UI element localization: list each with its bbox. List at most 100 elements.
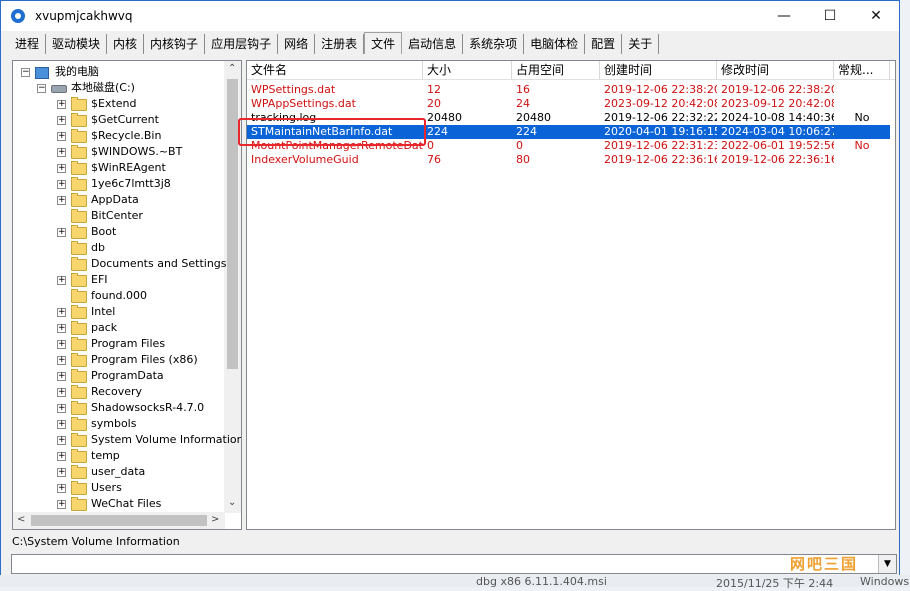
cell-normal [834, 97, 890, 111]
dropdown-arrow-icon[interactable]: ▼ [878, 555, 896, 573]
tab-6[interactable]: 注册表 [315, 34, 365, 54]
tab-1[interactable]: 驱动模块 [46, 34, 108, 54]
tab-0[interactable]: 进程 [9, 34, 47, 54]
tree-item-folder[interactable]: + user_data [13, 464, 225, 480]
expand-icon[interactable]: + [57, 148, 66, 157]
expand-icon[interactable]: + [57, 164, 66, 173]
tree-item-folder[interactable]: Documents and Settings [13, 256, 227, 272]
close-button[interactable]: ✕ [853, 1, 899, 31]
cell-size: 20480 [427, 111, 462, 124]
tree-item-folder[interactable]: + $Extend [13, 96, 225, 112]
cell-created: 2019-12-06 22:36:16 [604, 153, 717, 166]
expand-icon[interactable]: + [57, 100, 66, 109]
tree-item-folder[interactable]: + WeChat Files [13, 496, 225, 512]
expand-icon[interactable]: + [57, 468, 66, 477]
tree-item-folder[interactable]: + Program Files [13, 336, 225, 352]
tree-item-folder[interactable]: + $Recycle.Bin [13, 128, 225, 144]
tab-7[interactable]: 文件 [364, 32, 403, 54]
table-row[interactable]: WPSettings.dat 12 16 2019-12-06 22:38:20 201… [247, 83, 890, 97]
tree-item-folder[interactable]: + AppData [13, 192, 225, 208]
tree-item-folder[interactable]: + pack [13, 320, 225, 336]
expand-icon[interactable]: + [57, 180, 66, 189]
tab-3[interactable]: 内核钩子 [144, 34, 206, 54]
tab-10[interactable]: 电脑体检 [524, 34, 586, 54]
tab-2[interactable]: 内核 [107, 34, 145, 54]
tab-4[interactable]: 应用层钩子 [205, 34, 279, 54]
tree-horizontal-scrollbar[interactable]: < > [13, 512, 225, 529]
window-title: xvupmjcakhwvq [35, 9, 133, 23]
tree-item-label: symbols [91, 417, 137, 430]
expand-icon[interactable]: + [57, 436, 66, 445]
tab-11[interactable]: 配置 [585, 34, 623, 54]
folder-icon [71, 385, 87, 399]
column-header-modified[interactable]: 修改时间 [717, 61, 834, 79]
tab-5[interactable]: 网络 [278, 34, 316, 54]
scroll-down-icon[interactable]: ⌄ [228, 497, 236, 508]
tree-item-folder[interactable]: + Program Files (x86) [13, 352, 225, 368]
expand-icon[interactable]: + [57, 132, 66, 141]
tree-item-label: BitCenter [91, 209, 143, 222]
tree-horizontal-thumb[interactable] [31, 515, 207, 526]
expand-icon[interactable]: + [57, 404, 66, 413]
tree-vertical-thumb[interactable] [227, 79, 238, 369]
expand-icon[interactable]: + [57, 500, 66, 509]
tree-item-folder[interactable]: + Boot [13, 224, 225, 240]
maximize-button[interactable]: ☐ [807, 1, 853, 31]
tree-item-folder[interactable]: + Recovery [13, 384, 225, 400]
cell-created: 2019-12-06 22:38:20 [604, 83, 717, 96]
column-header-normal[interactable]: 常规... [834, 61, 890, 79]
table-row[interactable]: WPAppSettings.dat 20 24 2023-09-12 20:42:08… [247, 97, 890, 111]
tree-item-folder[interactable]: + symbols [13, 416, 225, 432]
tree-item-folder[interactable]: + ProgramData [13, 368, 225, 384]
tree-item-folder[interactable]: + temp [13, 448, 225, 464]
tree-item-folder[interactable]: db [13, 240, 225, 256]
tree-item-folder[interactable]: + System Volume Information [13, 432, 241, 448]
tree-item-folder[interactable]: + $WINDOWS.~BT [13, 144, 225, 160]
tree-item-folder[interactable]: + $WinREAgent [13, 160, 225, 176]
scroll-up-icon[interactable]: ⌃ [228, 63, 236, 74]
minimize-button[interactable]: — [761, 1, 807, 31]
path-combobox[interactable]: ▼ [11, 554, 897, 574]
tree-item-drive-c[interactable]: − 本地磁盘(C:) [13, 80, 225, 96]
scroll-right-icon[interactable]: > [211, 514, 219, 525]
column-header-created[interactable]: 创建时间 [600, 61, 717, 79]
tab-9[interactable]: 系统杂项 [463, 34, 525, 54]
tree-item-folder[interactable]: + $GetCurrent [13, 112, 225, 128]
tree-item-folder[interactable]: + Intel [13, 304, 225, 320]
column-header-name[interactable]: 文件名 [247, 61, 423, 79]
main-window: xvupmjcakhwvq — ☐ ✕ 进程 驱动模块 内核 内核钩子 应用层钩子 网络注… [0, 0, 900, 580]
title-bar[interactable]: xvupmjcakhwvq — ☐ ✕ [1, 1, 899, 31]
tree-item-my-computer[interactable]: − 我的电脑 [13, 64, 225, 80]
tree-item-folder[interactable]: + Users [13, 480, 225, 496]
tab-8[interactable]: 启动信息 [402, 34, 464, 54]
expand-icon[interactable]: + [57, 356, 66, 365]
folder-icon [71, 321, 87, 335]
tree-item-folder[interactable]: BitCenter [13, 208, 225, 224]
column-header-size[interactable]: 大小 [423, 61, 512, 79]
expand-icon[interactable]: + [57, 228, 66, 237]
expand-icon[interactable]: + [57, 276, 66, 285]
tree-item-folder[interactable]: + EFI [13, 272, 225, 288]
tree-item-folder[interactable]: + ShadowsocksR-4.7.0 [13, 400, 225, 416]
expand-icon[interactable]: + [57, 372, 66, 381]
expand-icon[interactable]: + [57, 484, 66, 493]
tree-item-folder[interactable]: +1ye6c7lmtt3j8 [13, 176, 225, 192]
tab-12[interactable]: 关于 [622, 34, 660, 54]
expand-icon[interactable]: + [57, 196, 66, 205]
expand-icon[interactable]: + [57, 308, 66, 317]
expand-icon[interactable]: + [57, 116, 66, 125]
expand-icon[interactable]: + [57, 388, 66, 397]
folder-tree[interactable]: ⌃ ⌄ < > − 我的电脑 − 本地磁盘(C:) + $Extend + $GetCurre… [12, 60, 242, 530]
tree-item-label: $Recycle.Bin [91, 129, 162, 142]
column-header-alloc[interactable]: 占用空间 [512, 61, 600, 79]
tree-item-folder[interactable]: found.000 [13, 288, 225, 304]
scroll-left-icon[interactable]: < [17, 514, 25, 525]
tree-item-label: 我的电脑 [55, 65, 99, 78]
expand-icon[interactable]: + [57, 324, 66, 333]
expand-icon[interactable]: + [57, 340, 66, 349]
collapse-icon[interactable]: − [37, 84, 46, 93]
expand-icon[interactable]: + [57, 452, 66, 461]
expand-icon[interactable]: + [57, 420, 66, 429]
collapse-icon[interactable]: − [21, 68, 30, 77]
table-row[interactable]: IndexerVolumeGuid 76 80 2019-12-06 22:36:16… [247, 153, 890, 167]
